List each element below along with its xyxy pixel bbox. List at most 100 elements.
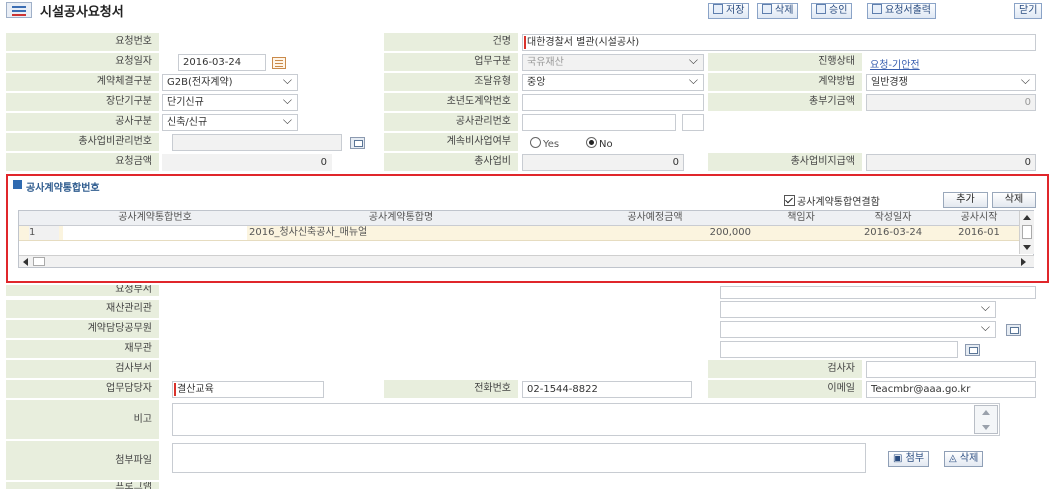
row-index: 1 — [29, 226, 59, 240]
contract-type-select[interactable]: G2B(전자계약) — [162, 74, 298, 91]
continuing-project-label: 계속비사업여부 — [384, 133, 518, 152]
first-year-contract-no-input[interactable] — [522, 94, 704, 111]
subject-label: 건명 — [384, 33, 518, 52]
header-contract-no[interactable]: 공사계약통합번호 — [63, 211, 248, 225]
procurement-type-select[interactable]: 중앙 — [522, 74, 704, 91]
work-mgmt-no-input[interactable] — [522, 114, 676, 131]
approve-icon — [816, 4, 826, 14]
work-type-select[interactable]: 신축/신규 — [162, 114, 298, 131]
header-date[interactable]: 작성일자 — [847, 211, 940, 225]
phone-label: 전화번호 — [384, 380, 518, 399]
contract-type-label: 계약체결구분 — [6, 73, 159, 92]
section-bullet-icon — [13, 180, 22, 189]
row-contract-name: 2016_청사신축공사_매뉴얼 — [249, 227, 368, 238]
request-no-label: 요청번호 — [6, 33, 159, 52]
asset-manager-select[interactable] — [720, 301, 996, 318]
merge-checkbox[interactable]: 공사계약통합연결함 — [784, 193, 880, 208]
section-delete-button[interactable]: 삭제 — [992, 192, 1036, 208]
total-biz-field: 0 — [522, 154, 684, 171]
save-button[interactable]: 저장 — [708, 3, 750, 19]
contract-grid: 공사계약통합번호 공사계약통합명 공사예정금액 책임자 작성일자 공사시작 1 … — [18, 210, 1034, 268]
grid-header: 공사계약통합번호 공사계약통합명 공사예정금액 책임자 작성일자 공사시작 — [19, 211, 1020, 226]
scroll-down-icon[interactable] — [1023, 245, 1031, 250]
term-type-select[interactable]: 단기신규 — [162, 94, 298, 111]
staff-input[interactable]: 결산교육 — [172, 381, 324, 398]
request-dept-label: 요청부서 — [6, 285, 159, 297]
business-type-select[interactable]: 국유재산 — [522, 54, 704, 71]
total-deposit-label: 총부기금액 — [708, 93, 862, 112]
section-title: 공사계약통합번호 — [26, 183, 100, 194]
attach-button[interactable]: ▣ 첨부 — [888, 451, 930, 467]
close-button[interactable]: 닫기 — [1014, 3, 1043, 19]
save-icon — [713, 4, 723, 14]
work-type-label: 공사구분 — [6, 113, 159, 132]
request-amount-field: 0 — [162, 154, 332, 171]
attachment-label: 첨부파일 — [6, 441, 159, 481]
radio-yes[interactable] — [530, 137, 541, 148]
vertical-scrollbar[interactable] — [1019, 211, 1034, 254]
header-amount[interactable]: 공사예정금액 — [555, 211, 756, 225]
asset-manager-label: 재산관리관 — [6, 300, 159, 319]
note-down-icon[interactable] — [982, 425, 990, 430]
status-link[interactable]: 요청-기안전 — [870, 56, 920, 71]
request-dept-field[interactable] — [720, 286, 1036, 299]
note-label: 비고 — [6, 400, 159, 440]
scroll-right-icon[interactable] — [1021, 258, 1026, 266]
procurement-type-label: 조달유형 — [384, 73, 518, 92]
note-scrollbar[interactable] — [974, 405, 998, 434]
work-mgmt-no-extra[interactable] — [682, 114, 704, 131]
lookup-icon[interactable] — [350, 137, 365, 149]
h-scroll-thumb[interactable] — [33, 257, 45, 266]
document-icon — [6, 2, 32, 18]
contract-officer-select[interactable] — [720, 321, 996, 338]
attachment-list[interactable] — [172, 443, 866, 473]
program-label: 프로그램 — [6, 482, 159, 490]
trash-icon — [762, 4, 772, 14]
total-biz-mgmt-no-field — [172, 134, 342, 151]
attach-delete-button[interactable]: ◬ 삭제 — [944, 451, 984, 467]
scroll-up-icon[interactable] — [1023, 215, 1031, 220]
attach-icon: ▣ — [893, 453, 906, 464]
note-textarea[interactable] — [172, 403, 1000, 436]
inspector-field[interactable] — [866, 361, 1036, 378]
header-owner[interactable]: 책임자 — [755, 211, 848, 225]
row-contract-no — [63, 226, 247, 240]
total-deposit-field: 0 — [866, 94, 1036, 111]
continuing-no-option[interactable]: No — [586, 137, 613, 150]
approve-button[interactable]: 승인 — [811, 3, 853, 19]
header-start[interactable]: 공사시작 — [939, 211, 1020, 225]
continuing-yes-option[interactable]: Yes — [530, 137, 559, 150]
row-amount: 200,000 — [709, 227, 751, 238]
contract-officer-label: 계약담당공무원 — [6, 320, 159, 339]
request-date-label: 요청일자 — [6, 53, 159, 72]
term-type-label: 장단기구분 — [6, 93, 159, 112]
delete-icon: ◬ — [949, 453, 960, 464]
subject-input[interactable]: 대한경찰서 별관(시설공사) — [522, 34, 1036, 51]
total-biz-label: 총사업비 — [384, 153, 518, 172]
finance-lookup-icon[interactable] — [965, 344, 980, 356]
first-year-contract-no-label: 초년도계약번호 — [384, 93, 518, 112]
email-input[interactable]: Teacmbr@aaa.go.kr — [866, 381, 1036, 398]
request-no-field — [162, 34, 382, 51]
horizontal-scrollbar[interactable] — [19, 255, 1034, 267]
calendar-icon[interactable] — [272, 57, 286, 69]
phone-input[interactable]: 02-1544-8822 — [522, 381, 692, 398]
table-row[interactable]: 1 2016_청사신축공사_매뉴얼 200,000 2016-03-24 201… — [19, 226, 1019, 241]
officer-lookup-icon[interactable] — [1006, 324, 1021, 336]
note-up-icon[interactable] — [982, 410, 990, 415]
finance-officer-field[interactable] — [720, 341, 958, 358]
header-contract-name[interactable]: 공사계약통합명 — [247, 211, 556, 225]
radio-no[interactable] — [586, 137, 597, 148]
scroll-thumb[interactable] — [1022, 225, 1032, 239]
checkbox-checked[interactable] — [784, 195, 795, 206]
add-button[interactable]: 추가 — [943, 192, 988, 208]
request-date-input[interactable]: 2016-03-24 — [178, 54, 266, 71]
print-request-button[interactable]: 요청서출력 — [867, 3, 936, 19]
delete-button[interactable]: 삭제 — [757, 3, 799, 19]
row-owner — [755, 226, 847, 240]
work-mgmt-no-label: 공사관리번호 — [384, 113, 518, 132]
scroll-left-icon[interactable] — [23, 258, 28, 266]
contract-method-select[interactable]: 일반경쟁 — [866, 74, 1036, 91]
inspection-dept-label: 검사부서 — [6, 360, 159, 379]
inspector-label: 검사자 — [708, 360, 862, 379]
